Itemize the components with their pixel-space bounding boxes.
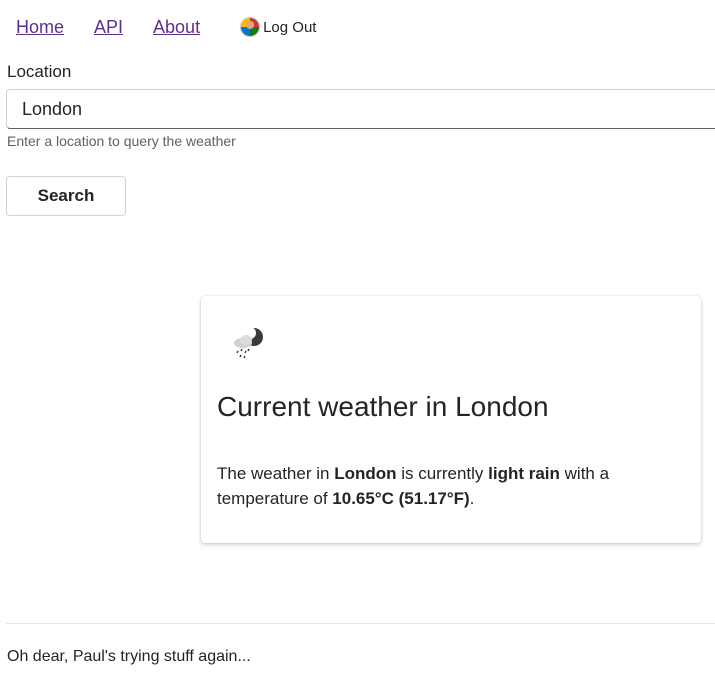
location-hint: Enter a location to query the weather <box>7 133 236 149</box>
footer-text: Oh dear, Paul's trying stuff again... <box>7 648 251 665</box>
logout-button[interactable]: Log Out <box>240 17 316 37</box>
search-button[interactable]: Search <box>6 176 126 216</box>
weather-description: The weather in London is currently light… <box>217 464 610 508</box>
location-input[interactable] <box>6 89 715 129</box>
weather-title: Current weather in London <box>217 391 549 422</box>
footer-divider <box>6 623 715 624</box>
location-label: Location <box>7 62 72 81</box>
top-nav: Home API About Log Out <box>16 14 316 40</box>
nav-about-link[interactable]: About <box>153 17 200 38</box>
nav-api-link[interactable]: API <box>94 17 123 38</box>
light-rain-icon <box>234 327 263 359</box>
weather-location: London <box>334 464 397 483</box>
weather-temperature: 10.65°C (51.17°F) <box>332 489 470 508</box>
logout-label: Log Out <box>263 18 317 36</box>
weather-condition: light rain <box>488 464 560 483</box>
nav-home-link[interactable]: Home <box>16 17 64 38</box>
avatar <box>240 17 261 37</box>
weather-card: Current weather in London The weather in… <box>201 296 701 543</box>
